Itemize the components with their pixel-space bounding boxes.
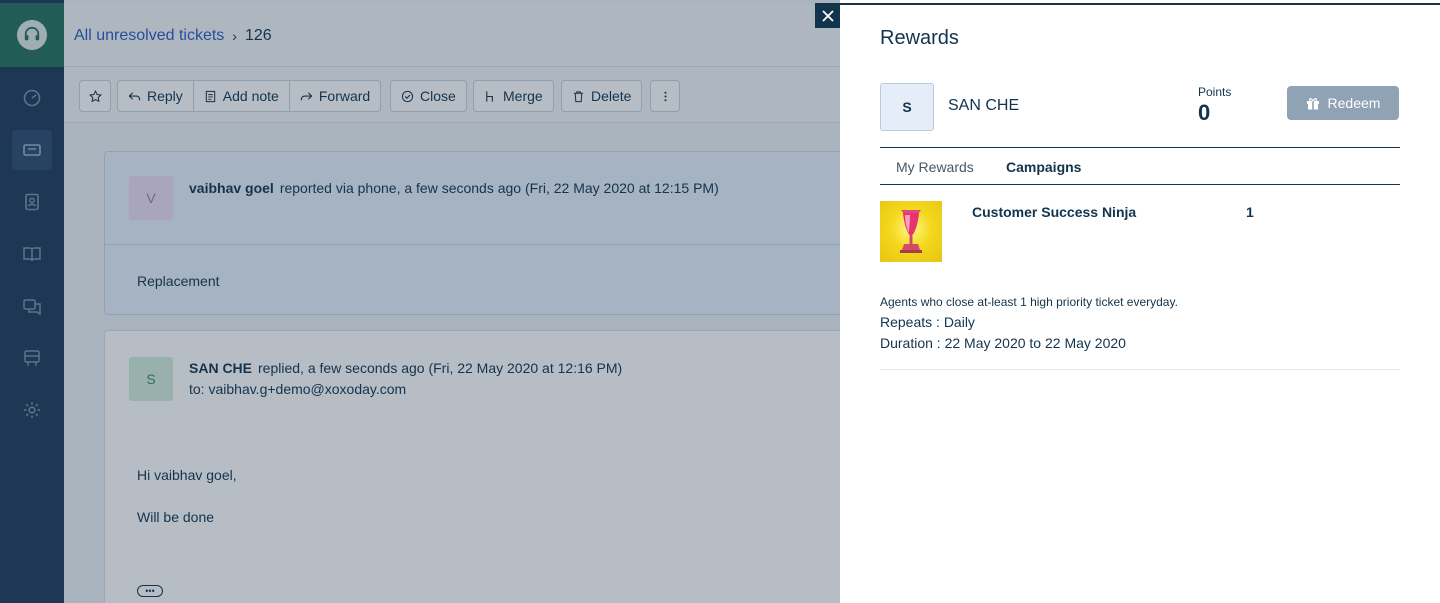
campaign-trophy-image	[880, 201, 942, 262]
header-divider	[880, 147, 1400, 148]
points-label: Points	[1198, 85, 1232, 99]
rewards-title: Rewards	[880, 27, 959, 49]
tab-my-rewards[interactable]: My Rewards	[896, 159, 974, 175]
tabs-divider	[880, 184, 1400, 185]
campaign-count: 1	[1246, 204, 1254, 220]
campaign-repeats: Repeats : Daily	[880, 314, 975, 330]
redeem-label: Redeem	[1327, 95, 1381, 111]
campaign-name: Customer Success Ninja	[972, 204, 1137, 220]
tab-campaigns[interactable]: Campaigns	[1006, 159, 1081, 175]
rewards-panel: Rewards S SAN CHE Points 0 Redeem My Rew…	[840, 3, 1440, 603]
campaign-divider	[880, 369, 1400, 370]
campaign-description: Agents who close at-least 1 high priorit…	[880, 295, 1178, 309]
close-panel-button[interactable]	[815, 3, 840, 28]
user-avatar: S	[880, 83, 934, 131]
campaign-duration: Duration : 22 May 2020 to 22 May 2020	[880, 335, 1126, 351]
redeem-button[interactable]: Redeem	[1287, 86, 1399, 120]
trophy-icon	[900, 210, 922, 253]
close-icon	[821, 9, 834, 22]
points-value: 0	[1198, 100, 1211, 125]
user-name: SAN CHE	[948, 97, 1020, 114]
modal-backdrop[interactable]	[0, 0, 840, 603]
gift-icon	[1306, 97, 1319, 109]
